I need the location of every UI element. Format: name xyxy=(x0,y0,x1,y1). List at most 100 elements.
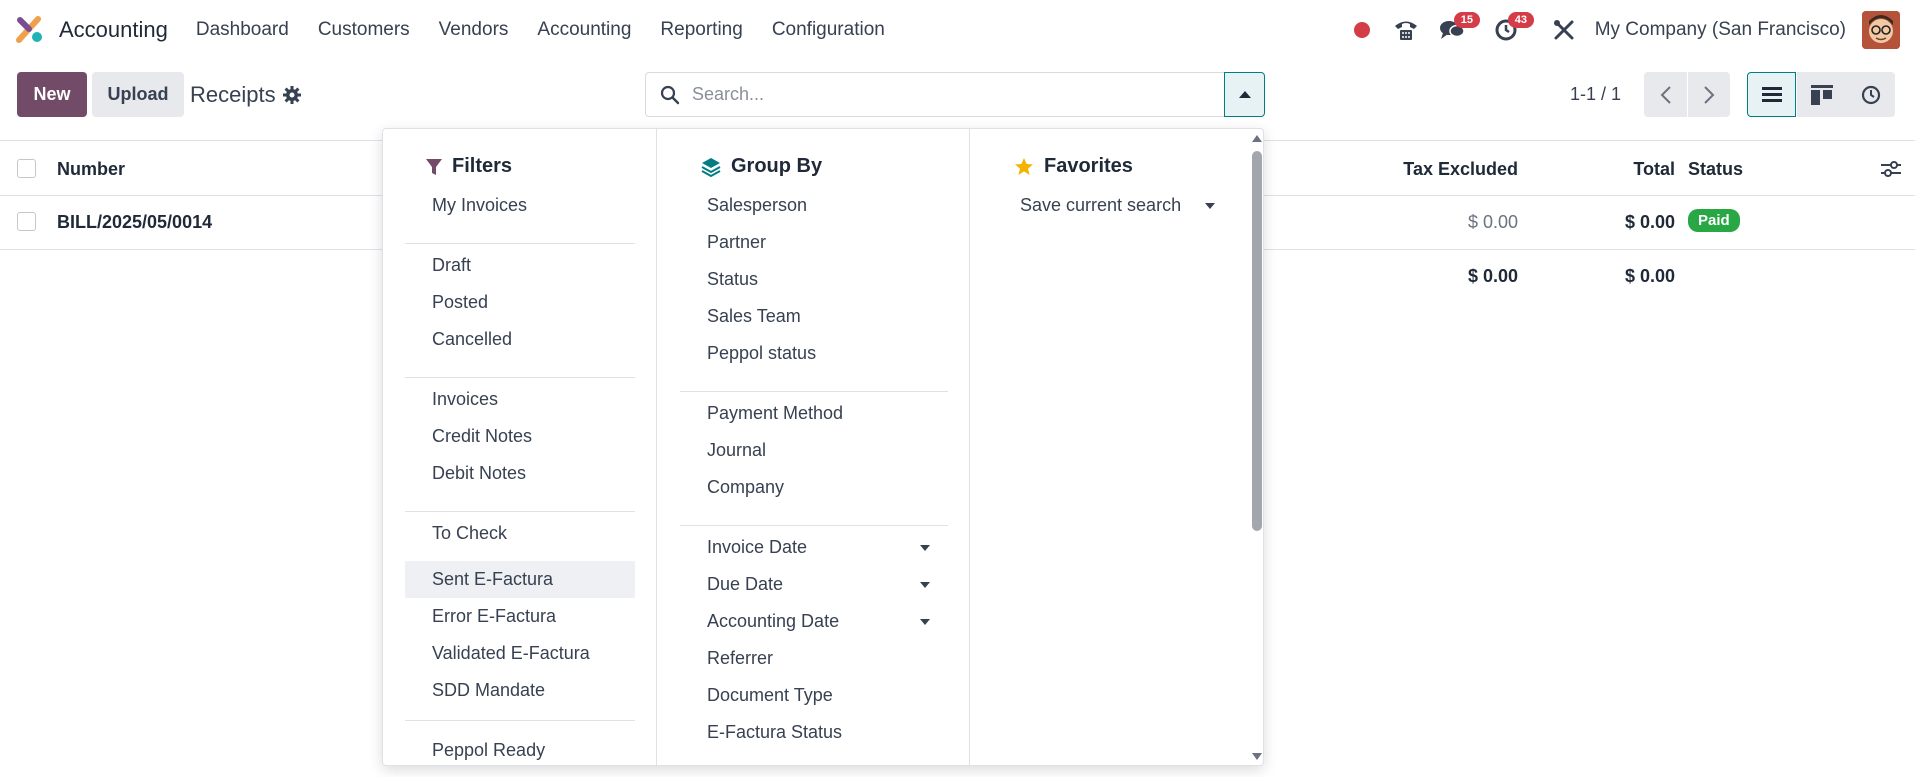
filter-error-efactura[interactable]: Error E-Factura xyxy=(405,598,635,635)
filter-posted[interactable]: Posted xyxy=(405,284,635,321)
filter-to-check[interactable]: To Check xyxy=(405,515,635,552)
filters-title: Filters xyxy=(426,155,512,178)
list-view-icon xyxy=(1761,86,1782,102)
filter-validated-efactura[interactable]: Validated E-Factura xyxy=(405,635,635,672)
menu-reporting[interactable]: Reporting xyxy=(660,19,742,41)
chevron-left-icon xyxy=(1660,85,1671,104)
pager-previous-button[interactable] xyxy=(1644,72,1687,117)
menu-accounting[interactable]: Accounting xyxy=(537,19,631,41)
groupby-peppol-status[interactable]: Peppol status xyxy=(680,335,948,372)
search-options-toggle[interactable] xyxy=(1224,72,1265,117)
kanban-view-icon xyxy=(1810,84,1833,105)
user-avatar[interactable] xyxy=(1862,11,1900,49)
filters-column: Filters My Invoices Draft Posted Cancell… xyxy=(383,129,657,765)
search-options-dropdown: Filters My Invoices Draft Posted Cancell… xyxy=(382,128,1264,766)
filter-sdd-mandate[interactable]: SDD Mandate xyxy=(405,672,635,709)
menu-customers[interactable]: Customers xyxy=(318,19,410,41)
row-checkbox[interactable] xyxy=(17,212,36,231)
scroll-down-arrow-icon[interactable] xyxy=(1252,753,1262,760)
group-by-column: Group By Salesperson Partner Status Sale… xyxy=(658,129,970,765)
group-by-divider xyxy=(680,391,948,392)
groupby-partner[interactable]: Partner xyxy=(680,224,948,261)
caret-down-icon xyxy=(920,544,930,551)
total-tax-excluded: $ 0.00 xyxy=(1467,266,1518,286)
groupby-efactura-status[interactable]: E-Factura Status xyxy=(680,714,948,751)
favorites-title: Favorites xyxy=(1014,155,1133,178)
odoo-app-icon xyxy=(16,16,42,43)
favorites-column: Favorites Save current search xyxy=(971,129,1253,765)
filter-credit-notes[interactable]: Credit Notes xyxy=(405,418,635,455)
breadcrumb: Receipts xyxy=(190,82,276,107)
total-amount: $ 0.00 xyxy=(1624,266,1675,286)
filter-debit-notes[interactable]: Debit Notes xyxy=(405,455,635,492)
group-by-divider xyxy=(680,525,948,526)
systray: 15 43 My Company (San Francisco) xyxy=(1347,0,1915,60)
filter-peppol-ready[interactable]: Peppol Ready xyxy=(405,732,635,765)
list-view-button[interactable] xyxy=(1747,72,1796,117)
top-navbar: Accounting Dashboard Customers Vendors A… xyxy=(0,0,1915,60)
menu-vendors[interactable]: Vendors xyxy=(439,19,509,41)
caret-down-icon xyxy=(920,618,930,625)
groupby-salesperson[interactable]: Salesperson xyxy=(680,187,948,224)
groupby-referrer[interactable]: Referrer xyxy=(680,640,948,677)
filters-divider xyxy=(405,243,635,244)
app-name: Accounting xyxy=(59,17,168,42)
star-icon xyxy=(1015,157,1033,175)
gear-icon[interactable] xyxy=(282,85,302,105)
company-switcher[interactable]: My Company (San Francisco) xyxy=(1595,19,1846,41)
caret-up-icon xyxy=(1238,91,1251,98)
activity-view-button[interactable] xyxy=(1846,72,1895,117)
messages-icon[interactable]: 15 xyxy=(1437,12,1480,45)
pager-value[interactable]: 1-1 / 1 xyxy=(1570,84,1621,105)
groupby-due-date[interactable]: Due Date xyxy=(680,566,948,603)
groupby-journal[interactable]: Journal xyxy=(680,432,948,469)
groupby-company[interactable]: Company xyxy=(680,469,948,506)
filter-sent-efactura[interactable]: Sent E-Factura xyxy=(405,561,635,598)
status-badge: Paid xyxy=(1688,209,1740,232)
chevron-right-icon xyxy=(1704,85,1715,104)
groupby-invoice-date[interactable]: Invoice Date xyxy=(680,529,948,566)
column-tax-excluded[interactable]: Tax Excluded xyxy=(1403,159,1518,180)
filter-icon xyxy=(426,158,442,175)
column-number[interactable]: Number xyxy=(57,159,125,180)
search-icon xyxy=(660,85,680,104)
scroll-thumb[interactable] xyxy=(1252,151,1262,531)
activities-clock-icon[interactable]: 43 xyxy=(1491,12,1534,45)
recording-indicator-icon[interactable] xyxy=(1347,15,1377,45)
app-brand[interactable]: Accounting xyxy=(16,16,168,44)
row-number: BILL/2025/05/0014 xyxy=(57,212,213,232)
filter-draft[interactable]: Draft xyxy=(405,247,635,284)
column-total[interactable]: Total xyxy=(1633,159,1675,180)
groupby-accounting-date[interactable]: Accounting Date xyxy=(680,603,948,640)
filter-invoices[interactable]: Invoices xyxy=(405,381,635,418)
column-status[interactable]: Status xyxy=(1688,159,1743,180)
groupby-due-date-label: Due Date xyxy=(707,574,784,594)
optional-columns-icon[interactable] xyxy=(1880,159,1902,179)
groupby-document-type[interactable]: Document Type xyxy=(680,677,948,714)
main-menu: Dashboard Customers Vendors Accounting R… xyxy=(196,19,914,41)
menu-configuration[interactable]: Configuration xyxy=(772,19,885,41)
filter-my-invoices[interactable]: My Invoices xyxy=(405,187,635,224)
select-all-checkbox[interactable] xyxy=(17,159,36,178)
search-bar xyxy=(645,72,1225,117)
phone-icon[interactable] xyxy=(1391,15,1421,45)
groupby-payment-method[interactable]: Payment Method xyxy=(680,395,948,432)
groupby-status[interactable]: Status xyxy=(680,261,948,298)
upload-button[interactable]: Upload xyxy=(92,72,184,117)
filter-cancelled[interactable]: Cancelled xyxy=(405,321,635,358)
save-current-search[interactable]: Save current search xyxy=(993,187,1233,224)
filters-divider xyxy=(405,720,635,721)
save-current-search-label: Save current search xyxy=(1020,195,1182,215)
debug-tools-icon[interactable] xyxy=(1549,15,1579,45)
kanban-view-button[interactable] xyxy=(1797,72,1846,117)
scroll-up-arrow-icon[interactable] xyxy=(1252,135,1262,142)
group-by-title: Group By xyxy=(701,155,822,178)
caret-down-icon xyxy=(920,581,930,588)
groupby-sales-team[interactable]: Sales Team xyxy=(680,298,948,335)
messages-badge: 15 xyxy=(1453,12,1480,28)
pager-next-button[interactable] xyxy=(1687,72,1730,117)
row-tax-excluded: $ 0.00 xyxy=(1467,212,1518,232)
search-input[interactable] xyxy=(692,84,1192,105)
menu-dashboard[interactable]: Dashboard xyxy=(196,19,289,41)
new-button[interactable]: New xyxy=(17,72,87,117)
